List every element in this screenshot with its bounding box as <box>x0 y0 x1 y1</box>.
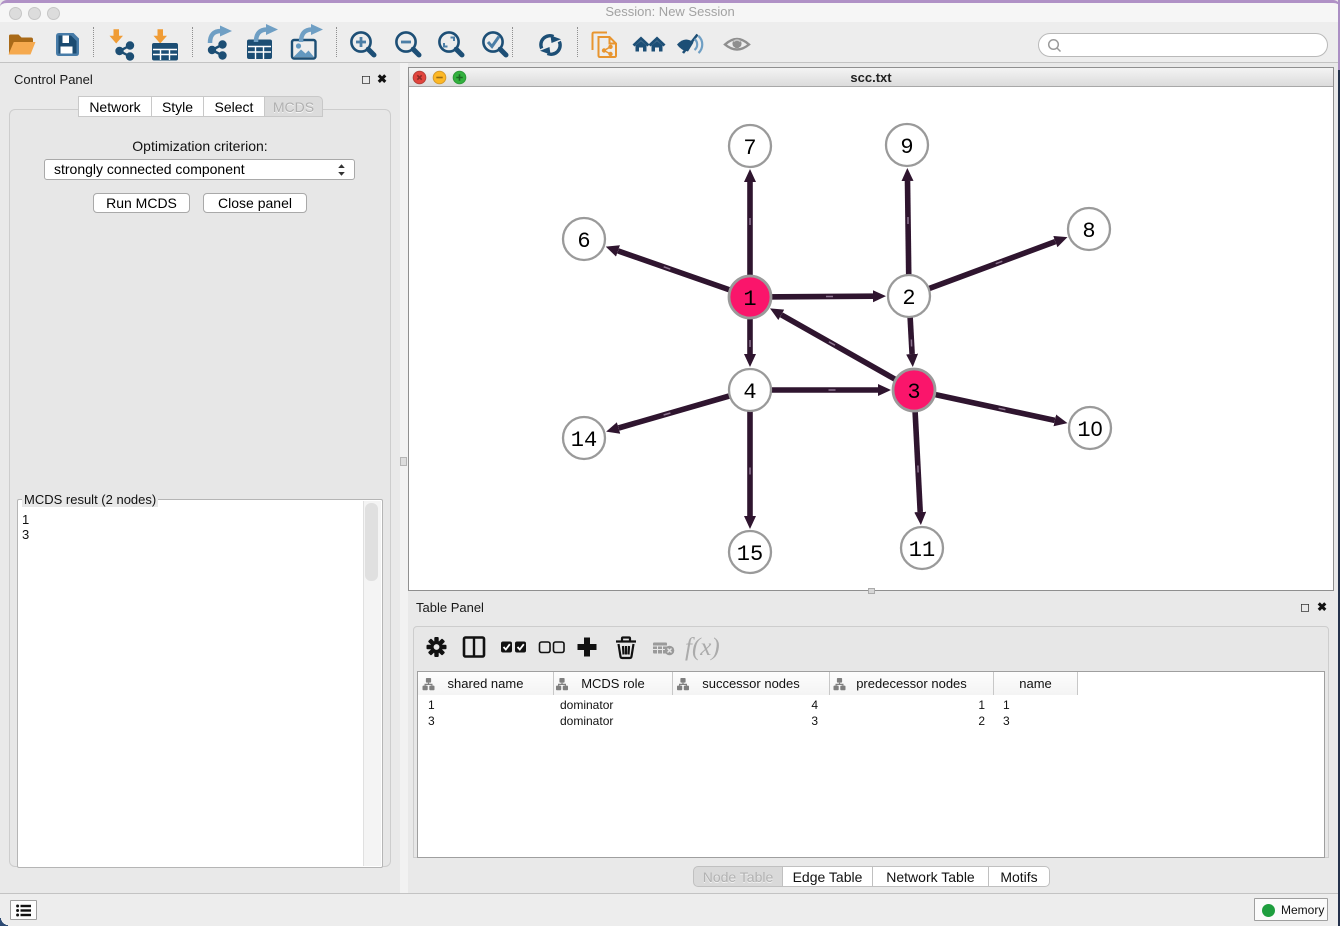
svg-text:3: 3 <box>907 380 920 405</box>
svg-text:7: 7 <box>743 136 756 161</box>
svg-text:f(x): f(x) <box>685 634 720 661</box>
svg-text:6: 6 <box>577 229 590 254</box>
svg-text:4: 4 <box>743 380 756 405</box>
svg-text:1: 1 <box>743 287 756 312</box>
svg-text:11: 11 <box>909 538 935 563</box>
svg-text:15: 15 <box>737 542 763 567</box>
svg-text:2: 2 <box>902 286 915 311</box>
svg-text:9: 9 <box>900 135 913 160</box>
svg-text:10: 10 <box>1077 417 1102 443</box>
svg-text:8: 8 <box>1082 219 1095 244</box>
svg-text:14: 14 <box>571 428 597 453</box>
